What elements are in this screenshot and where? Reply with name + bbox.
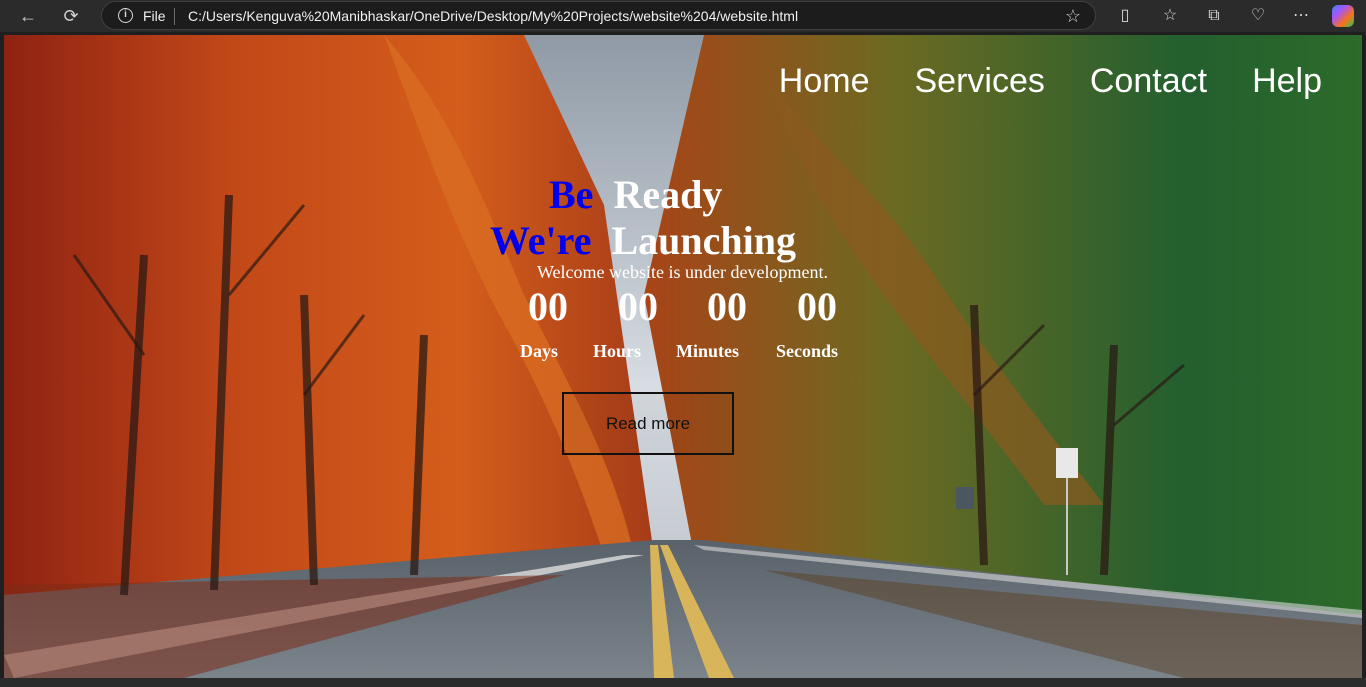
collections-icon[interactable]: ⧉	[1203, 5, 1225, 27]
refresh-icon[interactable]: ⟳	[58, 4, 84, 28]
address-separator	[174, 8, 175, 25]
headline-line-2: We're Launching	[490, 217, 796, 264]
headline-launching: Launching	[611, 218, 796, 263]
read-more-button[interactable]: Read more	[562, 392, 734, 455]
nav-help[interactable]: Help	[1252, 62, 1322, 101]
info-icon[interactable]: i	[118, 8, 133, 23]
headline-be: Be	[549, 172, 594, 217]
favorites-icon[interactable]: ☆	[1159, 5, 1181, 27]
webpage-viewport: Home Services Contact Help Be Ready We'r…	[4, 35, 1362, 678]
minutes-label: Minutes	[676, 341, 739, 361]
split-screen-icon[interactable]: ▯	[1114, 5, 1136, 27]
favorite-star-icon[interactable]: ☆	[1065, 6, 1081, 27]
address-url[interactable]: C:/Users/Kenguva%20Manibhaskar/OneDrive/…	[188, 8, 798, 24]
days-value: 00	[528, 284, 568, 329]
nav-services[interactable]: Services	[915, 62, 1045, 101]
subtitle: Welcome website is under development.	[537, 262, 828, 282]
address-scheme-label: File	[143, 8, 166, 24]
copilot-icon[interactable]	[1332, 5, 1354, 27]
headline-were: We're	[490, 218, 592, 263]
health-icon[interactable]: ♡	[1247, 5, 1269, 27]
nav-contact[interactable]: Contact	[1090, 62, 1207, 101]
more-icon[interactable]: ⋯	[1290, 5, 1312, 27]
hours-value: 00	[618, 284, 658, 329]
window-bottom-edge	[0, 678, 1366, 687]
minutes-value: 00	[707, 284, 747, 329]
address-bar[interactable]: i File C:/Users/Kenguva%20Manibhaskar/On…	[101, 1, 1096, 30]
back-icon[interactable]: ←	[15, 4, 41, 28]
browser-toolbar: ← ⟳ i File C:/Users/Kenguva%20Manibhaska…	[0, 0, 1366, 32]
headline-line-1: Be Ready	[549, 171, 722, 218]
headline-ready: Ready	[613, 172, 723, 217]
main-nav: Home Services Contact Help	[734, 62, 1322, 101]
seconds-value: 00	[797, 284, 837, 329]
nav-home[interactable]: Home	[779, 62, 870, 101]
hours-label: Hours	[593, 341, 642, 361]
seconds-label: Seconds	[776, 341, 839, 361]
days-label: Days	[520, 341, 559, 361]
